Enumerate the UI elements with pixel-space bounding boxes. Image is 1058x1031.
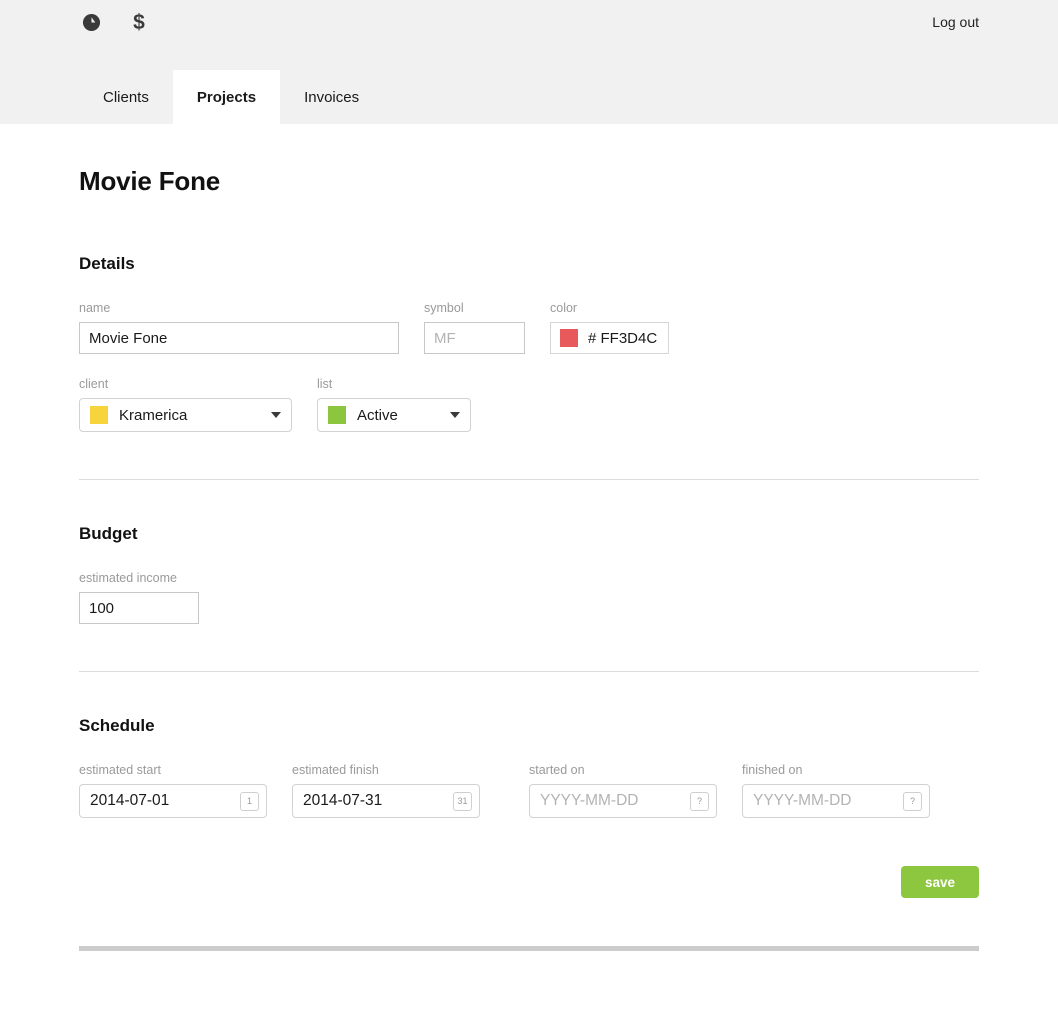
client-value: Kramerica (119, 406, 188, 424)
logout-link[interactable]: Log out (932, 12, 979, 32)
name-field: name (79, 300, 399, 354)
form-actions: save (79, 818, 979, 898)
footer-bar (79, 946, 979, 951)
started-on-input[interactable]: YYYY-MM-DD ? (529, 784, 717, 818)
estimated-finish-input[interactable]: 2014-07-31 31 (292, 784, 480, 818)
list-label: list (317, 377, 333, 391)
header-icon-group: $ (79, 8, 151, 36)
client-label: client (79, 377, 109, 391)
symbol-input[interactable] (424, 322, 525, 354)
details-section-title: Details (79, 254, 135, 273)
schedule-section-title: Schedule (79, 716, 155, 735)
dollar-icon[interactable]: $ (127, 10, 151, 34)
estimated-finish-label: estimated finish (292, 763, 379, 777)
finished-on-value: YYYY-MM-DD (753, 792, 852, 809)
name-input[interactable] (79, 322, 399, 354)
tab-projects[interactable]: Projects (172, 70, 281, 124)
calendar-help-badge[interactable]: ? (903, 791, 922, 811)
page-title: Movie Fone (79, 166, 221, 196)
finished-on-field: finished on YYYY-MM-DD ? (742, 762, 930, 818)
clock-icon[interactable] (79, 10, 103, 34)
list-field: list Active (317, 376, 471, 432)
estimated-start-input[interactable]: 2014-07-01 1 (79, 784, 267, 818)
client-swatch (90, 406, 108, 424)
details-section: Details name symbol color # FF3D4C clien… (79, 197, 979, 480)
started-on-label: started on (529, 763, 585, 777)
tab-clients[interactable]: Clients (79, 70, 173, 124)
calendar-day-badge[interactable]: 31 (453, 791, 472, 811)
dollar-glyph: $ (133, 10, 145, 34)
budget-section: Budget estimated income (79, 480, 979, 672)
finished-on-label: finished on (742, 763, 803, 777)
tab-invoices[interactable]: Invoices (280, 70, 383, 124)
chevron-down-icon (450, 412, 460, 418)
estimated-finish-value: 2014-07-31 (303, 792, 383, 809)
budget-section-title: Budget (79, 524, 138, 543)
save-button[interactable]: save (901, 866, 979, 898)
estimated-start-field: estimated start 2014-07-01 1 (79, 762, 267, 818)
list-value: Active (357, 406, 398, 424)
app-header: $ Log out Clients Projects Invoices (0, 0, 1058, 124)
estimated-income-field: estimated income (79, 570, 199, 624)
client-select[interactable]: Kramerica (79, 398, 292, 432)
list-swatch (328, 406, 346, 424)
symbol-label: symbol (424, 301, 464, 315)
chevron-down-icon (271, 412, 281, 418)
calendar-day-badge[interactable]: 1 (240, 791, 259, 811)
page-content: Movie Fone Details name symbol color # F… (0, 124, 1058, 951)
estimated-finish-field: estimated finish 2014-07-31 31 (292, 762, 480, 818)
schedule-section: Schedule estimated start 2014-07-01 1 es… (79, 672, 979, 951)
color-field: color # FF3D4C (550, 300, 669, 354)
estimated-income-label: estimated income (79, 571, 177, 585)
started-on-value: YYYY-MM-DD (540, 792, 639, 809)
symbol-field: symbol (424, 300, 525, 354)
color-picker[interactable]: # FF3D4C (550, 322, 669, 354)
color-swatch (560, 329, 578, 347)
list-select[interactable]: Active (317, 398, 471, 432)
name-label: name (79, 301, 111, 315)
estimated-income-input[interactable] (79, 592, 199, 624)
calendar-help-badge[interactable]: ? (690, 791, 709, 811)
client-field: client Kramerica (79, 376, 292, 432)
color-label: color (550, 301, 578, 315)
main-tabs: Clients Projects Invoices (79, 70, 383, 124)
started-on-field: started on YYYY-MM-DD ? (529, 762, 717, 818)
color-value: # FF3D4C (588, 329, 658, 347)
finished-on-input[interactable]: YYYY-MM-DD ? (742, 784, 930, 818)
estimated-start-value: 2014-07-01 (90, 792, 170, 809)
estimated-start-label: estimated start (79, 763, 161, 777)
